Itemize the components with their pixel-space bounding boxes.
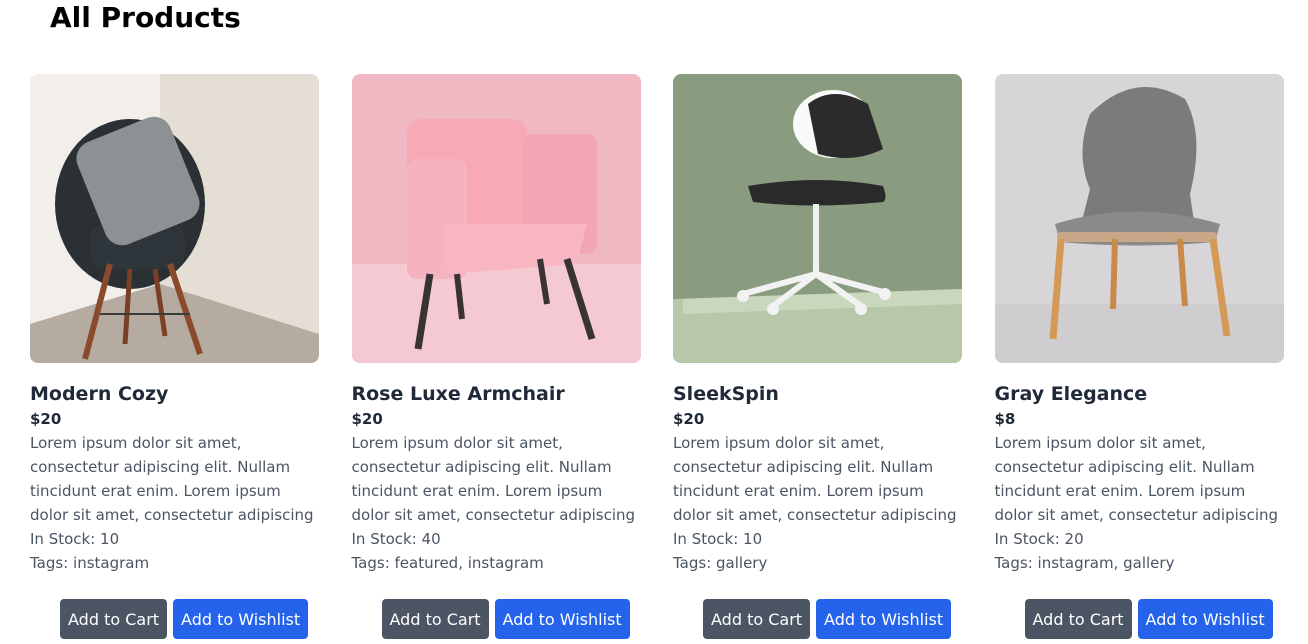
chair-image-icon <box>994 74 1284 363</box>
product-image[interactable] <box>994 74 1284 363</box>
chair-image-icon <box>673 74 962 363</box>
add-to-cart-button[interactable]: Add to Cart <box>1024 599 1132 639</box>
product-image[interactable] <box>673 74 962 363</box>
product-description: Lorem ipsum dolor sit amet, consectetur … <box>30 434 314 524</box>
product-image[interactable] <box>30 74 319 363</box>
page-title: All Products <box>50 1 241 34</box>
product-price: $20 <box>351 410 383 428</box>
product-actions: Add to Cart Add to Wishlist <box>60 599 309 639</box>
chair-image-icon <box>30 74 319 363</box>
product-stock: In Stock: 40 <box>351 530 441 548</box>
chair-image-icon <box>351 74 641 363</box>
add-to-wishlist-button[interactable]: Add to Wishlist <box>494 599 630 639</box>
product-card: Rose Luxe Armchair $20 Lorem ipsum dolor… <box>351 74 642 644</box>
product-name[interactable]: Gray Elegance <box>995 381 1285 407</box>
product-actions: Add to Cart Add to Wishlist <box>1024 599 1273 639</box>
product-description: Lorem ipsum dolor sit amet, consectetur … <box>994 434 1279 524</box>
product-card: Gray Elegance $8 Lorem ipsum dolor sit a… <box>994 74 1285 644</box>
product-actions: Add to Cart Add to Wishlist <box>381 599 630 639</box>
product-card: Modern Cozy $20 Lorem ipsum dolor sit am… <box>30 74 320 644</box>
add-to-wishlist-button[interactable]: Add to Wishlist <box>173 599 309 639</box>
product-stock: In Stock: 10 <box>673 530 763 548</box>
product-tags: Tags: gallery <box>673 554 768 572</box>
product-price: $20 <box>30 410 62 428</box>
product-stock: In Stock: 20 <box>994 530 1084 548</box>
product-tags: Tags: instagram, gallery <box>994 554 1175 572</box>
product-price: $20 <box>673 410 705 428</box>
product-stock: In Stock: 10 <box>30 530 120 548</box>
product-description: Lorem ipsum dolor sit amet, consectetur … <box>351 434 636 524</box>
product-name[interactable]: SleekSpin <box>673 381 963 407</box>
product-card: SleekSpin $20 Lorem ipsum dolor sit amet… <box>673 74 963 644</box>
product-image[interactable] <box>351 74 641 363</box>
add-to-cart-button[interactable]: Add to Cart <box>381 599 489 639</box>
product-actions: Add to Cart Add to Wishlist <box>703 599 952 639</box>
product-name[interactable]: Rose Luxe Armchair <box>352 381 642 407</box>
product-grid: Modern Cozy $20 Lorem ipsum dolor sit am… <box>30 74 1284 644</box>
product-tags: Tags: instagram <box>30 554 150 572</box>
product-description: Lorem ipsum dolor sit amet, consectetur … <box>673 434 957 524</box>
product-price: $8 <box>994 410 1016 428</box>
add-to-wishlist-button[interactable]: Add to Wishlist <box>816 599 952 639</box>
add-to-cart-button[interactable]: Add to Cart <box>60 599 168 639</box>
product-name[interactable]: Modern Cozy <box>30 381 320 407</box>
add-to-cart-button[interactable]: Add to Cart <box>703 599 811 639</box>
product-tags: Tags: featured, instagram <box>351 554 544 572</box>
add-to-wishlist-button[interactable]: Add to Wishlist <box>1137 599 1273 639</box>
